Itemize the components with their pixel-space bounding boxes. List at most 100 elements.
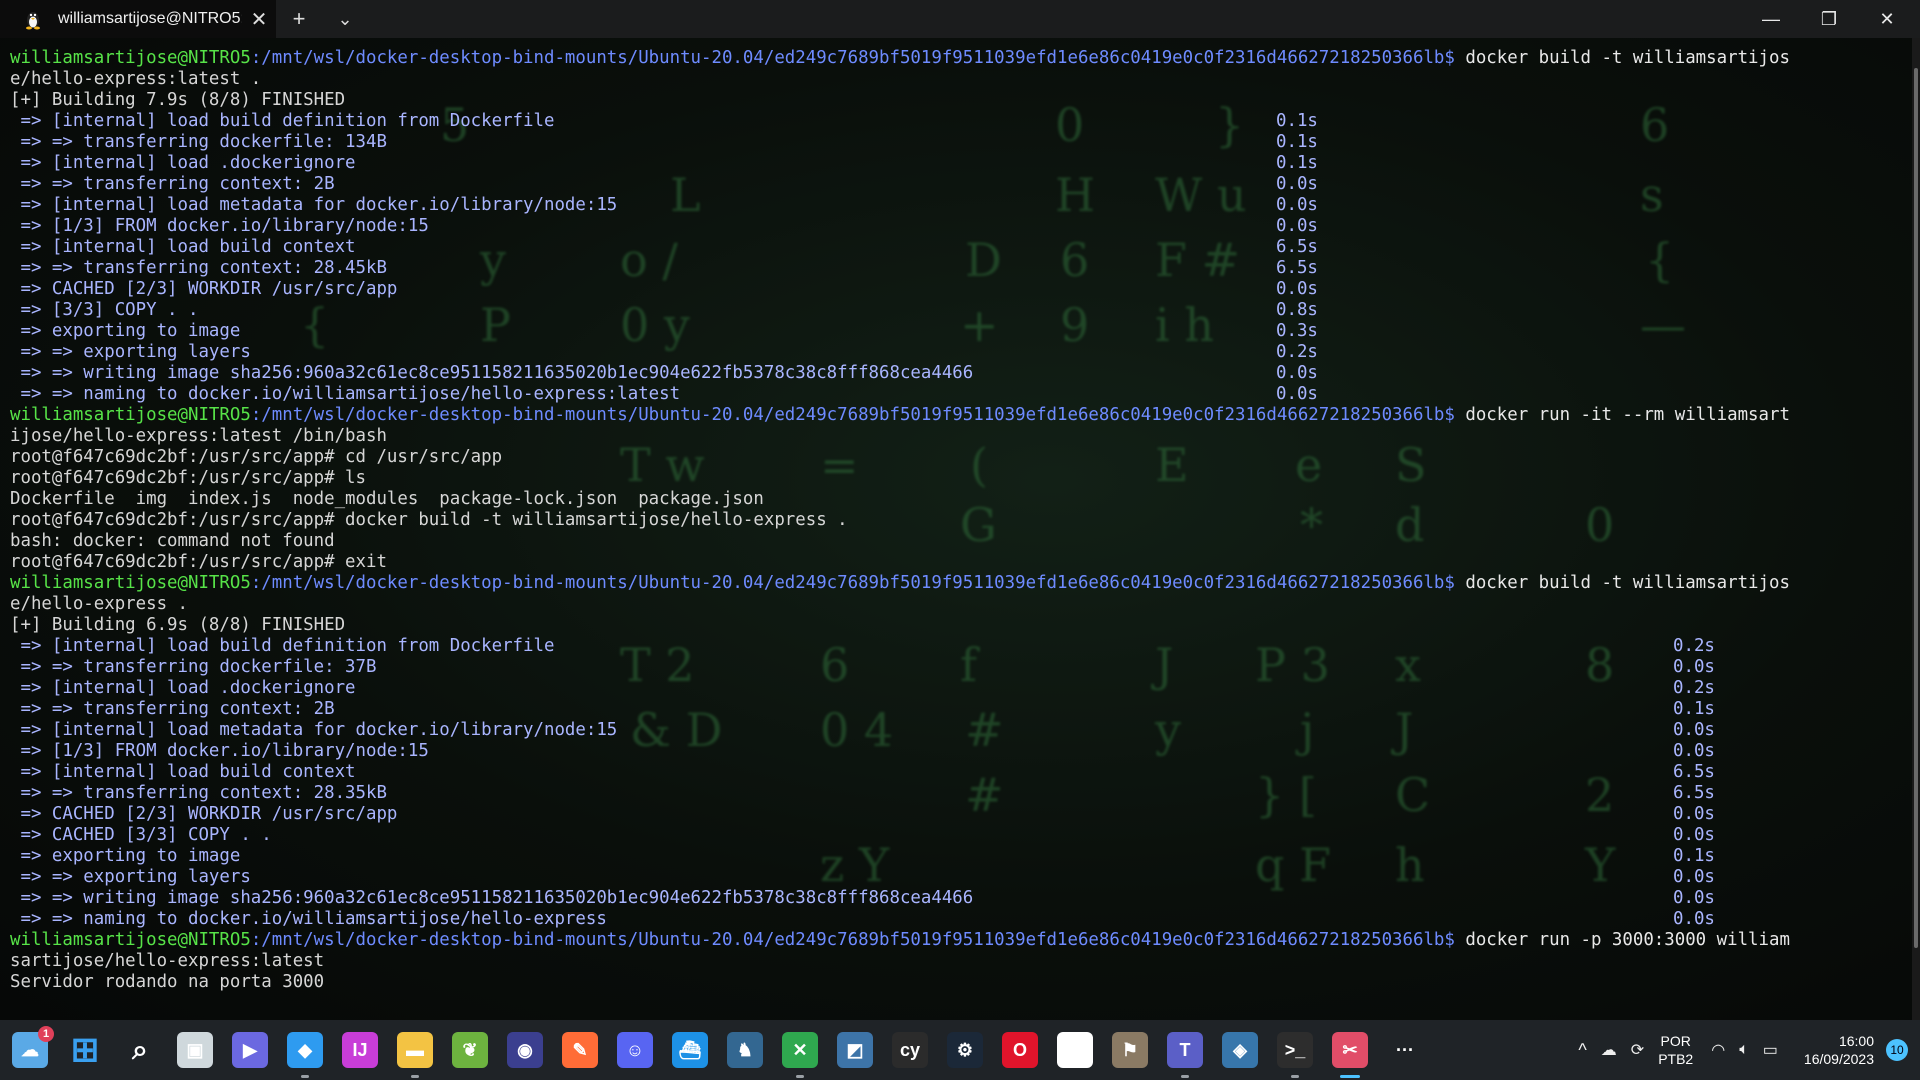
close-window-button[interactable]: ✕ <box>1858 0 1916 38</box>
postgres-icon-glyph: ♞ <box>736 1039 754 1060</box>
intellij-icon[interactable]: IJ <box>342 1032 378 1068</box>
tab-close-icon[interactable]: ✕ <box>242 7 276 32</box>
minimize-button[interactable]: — <box>1742 0 1800 38</box>
build-step-text: => CACHED [2/3] WORKDIR /usr/src/app <box>10 804 398 824</box>
clock-date: 16/09/2023 <box>1803 1051 1874 1067</box>
discord-icon[interactable]: ☺ <box>617 1032 653 1068</box>
volume-icon[interactable]: 🔈︎ <box>1739 1041 1749 1059</box>
build-step-text: => => transferring dockerfile: 37B <box>10 657 377 677</box>
terminal-line: => [internal] load metadata for docker.i… <box>10 195 1890 216</box>
meet-icon[interactable]: ▶ <box>232 1032 268 1068</box>
build-step-duration: 0.0s <box>1673 825 1715 845</box>
python-icon[interactable]: ◈ <box>1222 1032 1258 1068</box>
docker-icon[interactable]: ⛴ <box>672 1032 708 1068</box>
file-icon[interactable]: ▯ <box>1057 1032 1093 1068</box>
terminal-line: Servidor rodando na porta 3000 <box>10 972 1890 993</box>
terminal-line: => => transferring context: 2B 0.0s <box>10 174 1890 195</box>
spring-icon[interactable]: ❦ <box>452 1032 488 1068</box>
terminal-line: [+] Building 7.9s (8/8) FINISHED <box>10 90 1890 111</box>
terminal-line: [+] Building 6.9s (8/8) FINISHED <box>10 615 1890 636</box>
teams-icon[interactable]: T <box>1167 1032 1203 1078</box>
cypress-icon[interactable]: cy <box>892 1032 928 1068</box>
gimp-icon[interactable]: ⚑ <box>1112 1032 1148 1068</box>
terminal-line: => => exporting layers 0.0s <box>10 867 1890 888</box>
windows-start-icon[interactable]: ⊞ <box>67 1031 103 1069</box>
windows-start-icon-glyph: ⊞ <box>70 1031 100 1069</box>
meet-icon-glyph: ▶ <box>243 1039 257 1060</box>
opera-icon[interactable]: O <box>1002 1032 1038 1068</box>
terminal-scrollbar[interactable] <box>1912 38 1920 1020</box>
terminal-icon-glyph: >_ <box>1284 1039 1306 1060</box>
search-icon[interactable]: ⌕ <box>122 1032 158 1068</box>
terminal-line: williamsartijose@NITRO5:/mnt/wsl/docker-… <box>10 405 1890 426</box>
postman-icon-glyph: ✎ <box>572 1039 588 1060</box>
terminal-line: => [internal] load .dockerignore 0.2s <box>10 678 1890 699</box>
build-step-duration: 0.0s <box>1276 384 1318 404</box>
new-tab-button[interactable]: + <box>276 0 322 38</box>
build-step-text: => [internal] load build context <box>10 762 356 782</box>
terminal-line: ijose/hello-express:latest /bin/bash <box>10 426 1890 447</box>
build-step-duration: 0.0s <box>1673 909 1715 929</box>
language-code: POR <box>1660 1033 1691 1049</box>
sync-icon[interactable]: ⟳ <box>1631 1040 1644 1060</box>
prompt-path: :/mnt/wsl/docker-desktop-bind-mounts/Ubu… <box>250 573 1455 593</box>
output-text: root@f647c69dc2bf:/usr/src/app# exit <box>10 552 387 572</box>
eclipse-icon[interactable]: ◉ <box>507 1032 543 1068</box>
clock[interactable]: 16:00 16/09/2023 <box>1804 1032 1874 1068</box>
terminal-line: => CACHED [2/3] WORKDIR /usr/src/app 0.0s <box>10 279 1890 300</box>
prompt-path: :/mnt/wsl/docker-desktop-bind-mounts/Ubu… <box>250 930 1455 950</box>
command-text: docker build -t williamsartijos <box>1454 48 1790 68</box>
build-step-text: => [internal] load build definition from… <box>10 111 555 131</box>
build-step-text: => => exporting layers <box>10 867 251 887</box>
build-step-duration: 0.0s <box>1673 888 1715 908</box>
excel-icon[interactable]: ✕ <box>782 1032 818 1078</box>
terminal-line: => => transferring context: 28.35kB 6.5s <box>10 783 1890 804</box>
postman-icon[interactable]: ✎ <box>562 1032 598 1068</box>
snipping-tool-icon[interactable]: ✂ <box>1332 1032 1368 1078</box>
language-indicator[interactable]: POR PTB2 <box>1658 1032 1693 1068</box>
scrollbar-thumb[interactable] <box>1914 68 1918 948</box>
show-hidden-icons-button[interactable]: ^ <box>1578 1040 1586 1061</box>
wifi-icon[interactable]: ◠ <box>1711 1040 1725 1060</box>
onedrive-icon[interactable]: ☁ <box>1601 1040 1617 1060</box>
tab-title: williamsartijose@NITRO5: /mi <box>58 10 242 27</box>
tab-dropdown-button[interactable]: ⌄ <box>322 0 368 38</box>
terminal-tab[interactable]: williamsartijose@NITRO5: /mi ✕ <box>0 0 276 38</box>
steam-icon[interactable]: ⚙ <box>947 1032 983 1068</box>
mysql-workbench-icon[interactable]: ◩ <box>837 1032 873 1068</box>
maximize-button[interactable]: ❐ <box>1800 0 1858 38</box>
build-step-text: => [internal] load metadata for docker.i… <box>10 720 618 740</box>
vscode-icon[interactable]: ◆ <box>287 1032 323 1078</box>
build-step-text: => => transferring context: 2B <box>10 174 335 194</box>
more-apps-icon-glyph: ··· <box>1396 1039 1414 1060</box>
gimp-icon-glyph: ⚑ <box>1121 1039 1139 1060</box>
steam-icon-glyph: ⚙ <box>956 1039 974 1060</box>
terminal-icon[interactable]: >_ <box>1277 1032 1313 1078</box>
terminal-line: williamsartijose@NITRO5:/mnt/wsl/docker-… <box>10 48 1890 69</box>
build-step-text: => [internal] load build context <box>10 237 356 257</box>
battery-icon[interactable]: ▭ <box>1763 1040 1778 1060</box>
terminal-line: root@f647c69dc2bf:/usr/src/app# docker b… <box>10 510 1890 531</box>
command-text: docker build -t williamsartijos <box>1454 573 1790 593</box>
terminal-line: => exporting to image 0.3s <box>10 321 1890 342</box>
build-step-duration: 0.3s <box>1276 321 1318 341</box>
task-view-icon[interactable]: ▣ <box>177 1032 213 1068</box>
build-step-text: => CACHED [2/3] WORKDIR /usr/src/app <box>10 279 398 299</box>
build-step-duration: 0.1s <box>1276 111 1318 131</box>
terminal-lines: williamsartijose@NITRO5:/mnt/wsl/docker-… <box>10 48 1890 993</box>
notification-center-button[interactable]: 10 <box>1886 1039 1908 1061</box>
vscode-icon-glyph: ◆ <box>298 1039 312 1060</box>
more-apps-icon[interactable]: ··· <box>1387 1032 1423 1068</box>
terminal-line: => [1/3] FROM docker.io/library/node:15 0… <box>10 741 1890 762</box>
title-bar-drag-area[interactable] <box>368 0 1742 38</box>
weather-widget-icon[interactable]: ☁ 1 <box>12 1026 54 1068</box>
terminal-output-area[interactable]: 50 } 6 LH W us yo / D6 F #{ {P 0 y + 9i h … <box>0 38 1912 1020</box>
build-step-text: => [internal] load .dockerignore <box>10 678 356 698</box>
build-step-text: => => transferring context: 28.45kB <box>10 258 387 278</box>
build-step-duration: 0.1s <box>1673 699 1715 719</box>
file-explorer-icon[interactable]: ▬ <box>397 1032 433 1078</box>
postgres-icon[interactable]: ♞ <box>727 1032 763 1068</box>
build-step-text: => => transferring context: 2B <box>10 699 335 719</box>
terminal-line: => [internal] load .dockerignore 0.1s <box>10 153 1890 174</box>
taskbar-apps: ☁ 1 ⊞ ⌕ ▣ ▶ ◆ IJ ▬ ❦ ◉ ✎ ☺ ⛴ ♞ ✕ ◩ cy ⚙ O ▯ ⚑ T ◈ >_ ✂ ··· <box>0 1026 1423 1078</box>
